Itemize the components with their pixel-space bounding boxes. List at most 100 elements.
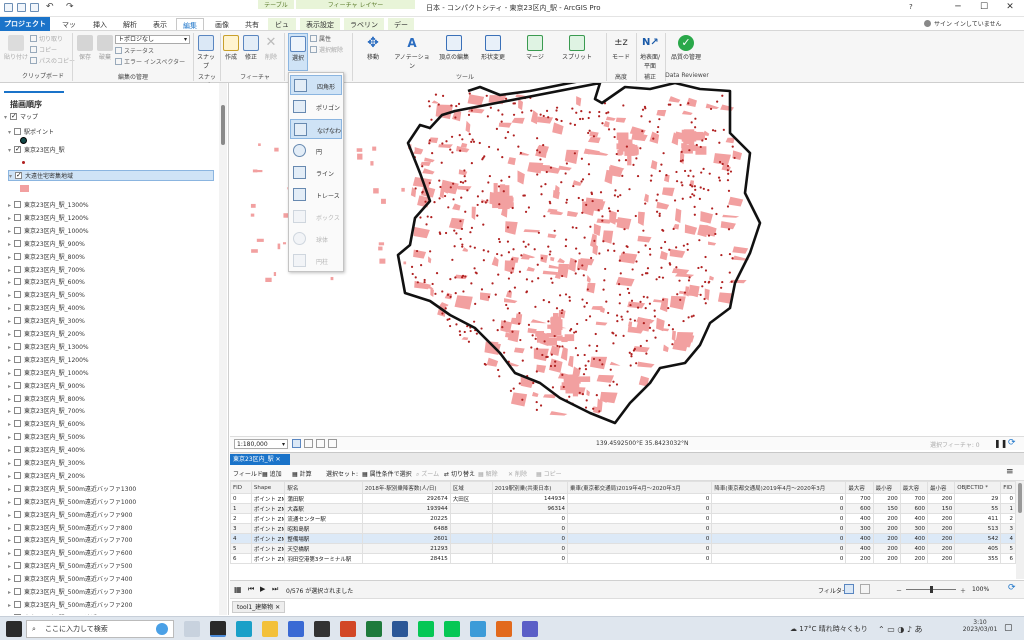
station-point[interactable] bbox=[507, 277, 511, 280]
discard-edits-button[interactable]: 破棄 bbox=[96, 35, 114, 61]
station-point[interactable] bbox=[537, 277, 540, 280]
station-point[interactable] bbox=[414, 276, 417, 279]
station-point[interactable] bbox=[460, 227, 464, 231]
station-point[interactable] bbox=[581, 211, 584, 214]
station-point[interactable] bbox=[482, 259, 485, 262]
station-point[interactable] bbox=[667, 306, 670, 310]
station-point[interactable] bbox=[700, 266, 703, 269]
station-point[interactable] bbox=[626, 310, 629, 313]
station-point[interactable] bbox=[498, 240, 501, 243]
station-point[interactable] bbox=[577, 268, 580, 271]
menu-item-polygon[interactable]: ポリゴン bbox=[290, 97, 342, 117]
station-point[interactable] bbox=[693, 205, 696, 209]
station-point[interactable] bbox=[581, 117, 584, 121]
station-point[interactable] bbox=[711, 207, 714, 210]
station-point[interactable] bbox=[497, 237, 501, 241]
station-point[interactable] bbox=[538, 151, 541, 154]
station-point[interactable] bbox=[565, 198, 569, 201]
station-point[interactable] bbox=[513, 286, 517, 289]
station-point[interactable] bbox=[721, 280, 724, 284]
station-point[interactable] bbox=[560, 181, 563, 184]
station-point[interactable] bbox=[547, 320, 550, 323]
station-point[interactable] bbox=[468, 132, 471, 136]
layer-checkbox[interactable] bbox=[14, 278, 21, 286]
station-point[interactable] bbox=[475, 272, 478, 275]
station-point[interactable] bbox=[447, 206, 450, 209]
station-point[interactable] bbox=[508, 175, 511, 178]
column-header[interactable]: 最小容 bbox=[872, 481, 901, 494]
station-point[interactable] bbox=[525, 290, 529, 293]
station-point[interactable] bbox=[687, 316, 690, 319]
layer-item[interactable]: ▸ 東京23区内_駅_500m遠近バッファ700 bbox=[8, 535, 132, 546]
station-point[interactable] bbox=[553, 364, 557, 368]
station-point[interactable] bbox=[668, 262, 671, 265]
station-point[interactable] bbox=[688, 276, 691, 279]
station-point[interactable] bbox=[549, 250, 552, 253]
station-point[interactable] bbox=[512, 387, 515, 390]
station-point[interactable] bbox=[480, 288, 484, 291]
station-point[interactable] bbox=[582, 274, 585, 277]
layer-checkbox[interactable] bbox=[14, 536, 21, 544]
station-point[interactable] bbox=[520, 254, 523, 257]
station-point[interactable] bbox=[575, 226, 578, 230]
station-point[interactable] bbox=[517, 145, 520, 148]
column-header[interactable]: FID bbox=[1000, 481, 1016, 494]
station-point[interactable] bbox=[521, 359, 524, 362]
station-point[interactable] bbox=[425, 223, 428, 226]
map-view[interactable] bbox=[230, 83, 1024, 436]
station-point[interactable] bbox=[481, 190, 484, 193]
station-point[interactable] bbox=[454, 276, 457, 279]
open-project-icon[interactable] bbox=[4, 3, 13, 12]
layer-checkbox[interactable] bbox=[14, 394, 21, 402]
station-point[interactable] bbox=[500, 254, 503, 257]
station-point[interactable] bbox=[680, 150, 683, 153]
clear-button[interactable]: ▦ 解除 bbox=[478, 469, 498, 478]
station-point[interactable] bbox=[503, 320, 506, 323]
layer-checkbox[interactable] bbox=[14, 213, 21, 221]
station-point[interactable] bbox=[633, 319, 637, 322]
station-point[interactable] bbox=[585, 399, 588, 402]
clock[interactable]: 3:10 2023/03/01 bbox=[962, 619, 998, 633]
layer-checkbox[interactable] bbox=[15, 170, 22, 181]
station-point[interactable] bbox=[469, 231, 472, 234]
station-point[interactable] bbox=[534, 305, 537, 308]
station-point[interactable] bbox=[660, 246, 663, 249]
station-point[interactable] bbox=[658, 214, 661, 217]
station-point[interactable] bbox=[458, 134, 461, 137]
station-point[interactable] bbox=[576, 354, 579, 357]
station-point[interactable] bbox=[511, 258, 514, 261]
clear-selection-button[interactable]: 選択解除 bbox=[310, 46, 343, 55]
tab-share[interactable]: 共有 bbox=[240, 18, 264, 30]
station-point[interactable] bbox=[492, 319, 495, 322]
station-point[interactable] bbox=[459, 180, 462, 184]
station-point[interactable] bbox=[662, 298, 665, 301]
tab-data[interactable]: データ bbox=[388, 18, 414, 39]
station-point[interactable] bbox=[461, 274, 465, 277]
station-point[interactable] bbox=[454, 116, 457, 119]
station-point[interactable] bbox=[461, 138, 464, 141]
station-point[interactable] bbox=[542, 299, 545, 302]
station-point[interactable] bbox=[689, 195, 692, 199]
station-point[interactable] bbox=[631, 268, 634, 271]
station-point[interactable] bbox=[612, 242, 615, 245]
zoom-in-icon[interactable]: ＋ bbox=[960, 586, 966, 595]
station-point[interactable] bbox=[679, 298, 682, 301]
sign-in-button[interactable]: サイン インしていません bbox=[934, 19, 1002, 28]
column-header[interactable]: 乗車(東京都交通局)2019年4月～2020年3月 bbox=[566, 481, 713, 494]
station-point[interactable] bbox=[543, 340, 546, 343]
layer-checkbox[interactable] bbox=[14, 523, 21, 531]
error-inspector-button[interactable]: エラー インスペクター bbox=[115, 58, 185, 67]
station-point[interactable] bbox=[591, 199, 594, 203]
station-point[interactable] bbox=[541, 353, 544, 357]
station-point[interactable] bbox=[491, 282, 494, 285]
station-point[interactable] bbox=[621, 318, 624, 321]
weather-widget[interactable]: ☁ 17°C 晴れ時々くもり bbox=[790, 624, 868, 634]
station-point[interactable] bbox=[701, 285, 704, 288]
station-point[interactable] bbox=[500, 179, 503, 182]
station-point[interactable] bbox=[435, 272, 439, 275]
station-point[interactable] bbox=[536, 263, 539, 266]
station-point[interactable] bbox=[625, 145, 628, 148]
zoom-out-icon[interactable]: － bbox=[896, 586, 902, 595]
station-point[interactable] bbox=[536, 137, 539, 140]
station-point[interactable] bbox=[604, 267, 607, 271]
